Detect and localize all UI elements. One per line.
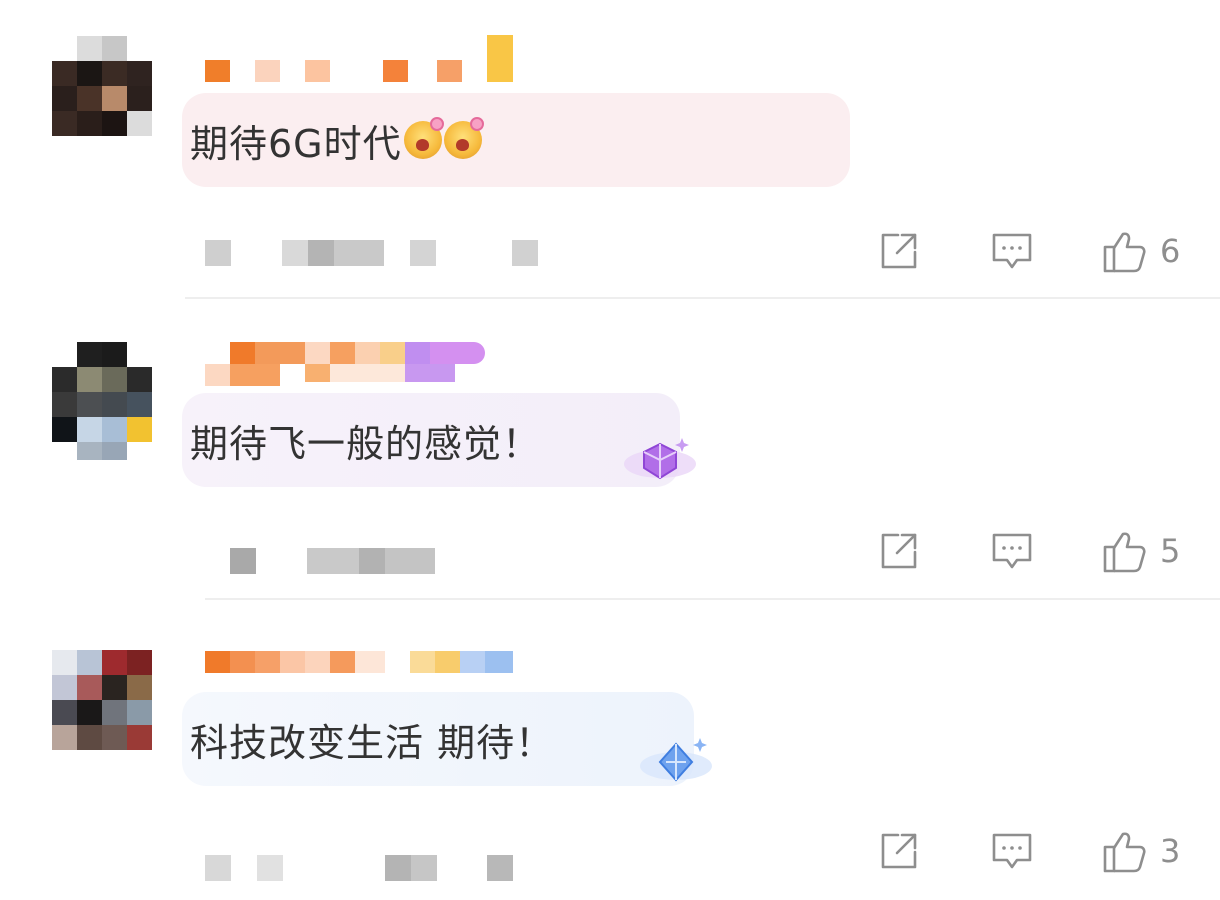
comment-text: 期待飞一般的感觉！ (190, 421, 542, 466)
like-button[interactable]: 5 (1102, 528, 1182, 574)
share-icon[interactable] (878, 830, 920, 872)
drooling-face-emoji (443, 117, 484, 159)
comment-meta-redacted (205, 240, 545, 266)
like-count: 6 (1160, 232, 1181, 270)
comment-item[interactable]: 科技改变生活 期待！ 3 (0, 600, 1220, 900)
thumbs-up-icon (1103, 532, 1146, 573)
thumbs-up-icon (1103, 832, 1146, 873)
avatar[interactable] (52, 650, 154, 752)
purple-diamond-icon (624, 438, 696, 480)
share-icon[interactable] (878, 530, 920, 572)
comment-meta-redacted (205, 548, 445, 574)
comment-actions: 3 (878, 828, 1182, 874)
comment-actions: 5 (878, 528, 1182, 574)
comment-icon[interactable] (990, 830, 1034, 872)
divider (185, 297, 1220, 299)
username-redacted[interactable] (205, 342, 495, 386)
comment-icon[interactable] (990, 230, 1034, 272)
comment-text: 科技改变生活 期待！ (190, 720, 555, 765)
like-count: 5 (1160, 532, 1181, 570)
comment-text: 期待6G时代 (190, 121, 402, 166)
comment-bubble: 期待飞一般的感觉！ (182, 393, 680, 487)
share-icon[interactable] (878, 230, 920, 272)
comment-item[interactable]: 期待6G时代 6 (0, 0, 1220, 300)
avatar[interactable] (52, 342, 154, 460)
comment-item[interactable]: 期待飞一般的感觉！ 5 (0, 300, 1220, 600)
thumbs-up-icon (1103, 232, 1146, 273)
like-count: 3 (1160, 832, 1181, 870)
comment-bubble: 期待6G时代 (182, 93, 850, 187)
username-redacted[interactable] (205, 35, 515, 82)
drooling-face-emoji (403, 117, 444, 159)
comment-actions: 6 (878, 228, 1182, 274)
comment-meta-redacted (205, 855, 525, 881)
comment-icon[interactable] (990, 530, 1034, 572)
avatar[interactable] (52, 36, 154, 138)
blue-diamond-icon (640, 738, 712, 782)
like-button[interactable]: 6 (1102, 228, 1182, 274)
username-redacted[interactable] (205, 651, 515, 673)
like-button[interactable]: 3 (1102, 828, 1182, 874)
comment-bubble: 科技改变生活 期待！ (182, 692, 694, 786)
